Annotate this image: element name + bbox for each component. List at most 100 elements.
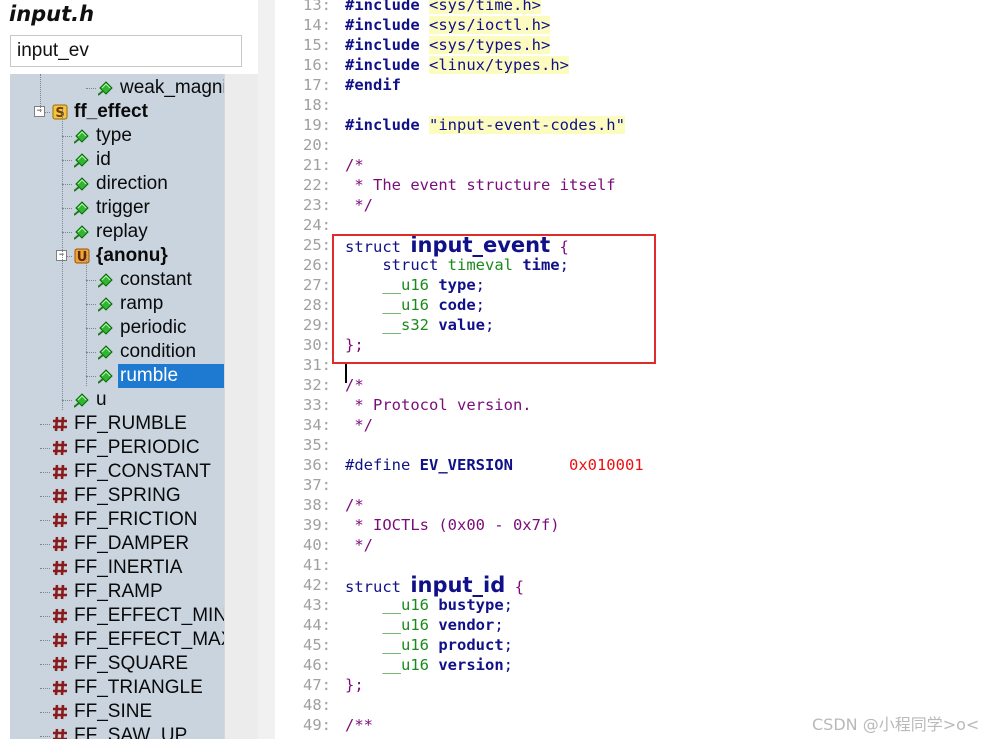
line-number: 36:	[303, 456, 331, 474]
panel-splitter[interactable]	[258, 0, 275, 739]
code-line[interactable]: 24:	[275, 215, 1002, 235]
tree-item-id[interactable]: id	[10, 148, 224, 172]
macro-hash-icon	[52, 464, 68, 480]
code-token: __u16	[345, 656, 439, 674]
symbol-filter-input[interactable]	[10, 35, 242, 67]
tree-guide-line	[86, 254, 87, 386]
code-line[interactable]: 40: */	[275, 535, 1002, 555]
code-line[interactable]: 16: #include <linux/types.h>	[275, 55, 1002, 75]
code-line[interactable]: 42: struct input_id {	[275, 575, 1002, 597]
tree-item-type[interactable]: type	[10, 124, 224, 148]
tree-item-direction[interactable]: direction	[10, 172, 224, 196]
code-text: #include <sys/ioctl.h>	[345, 15, 551, 35]
code-line[interactable]: 14: #include <sys/ioctl.h>	[275, 15, 1002, 35]
tree-item-ff-effect-max[interactable]: FF_EFFECT_MAX	[10, 628, 224, 652]
code-text: struct input_id {	[345, 575, 524, 597]
tree-item-ff-rumble[interactable]: FF_RUMBLE	[10, 412, 224, 436]
code-text: /*	[345, 375, 364, 395]
tree-item-ff-constant[interactable]: FF_CONSTANT	[10, 460, 224, 484]
file-title: input.h	[9, 2, 95, 26]
tree-item-ff-effect-min[interactable]: FF_EFFECT_MIN	[10, 604, 224, 628]
code-line[interactable]: 21: /*	[275, 155, 1002, 175]
code-line[interactable]: 39: * IOCTLs (0x00 - 0x7f)	[275, 515, 1002, 535]
code-line[interactable]: 34: */	[275, 415, 1002, 435]
code-line[interactable]: 32: /*	[275, 375, 1002, 395]
code-line[interactable]: 13: #include <sys/time.h>	[275, 0, 1002, 15]
tree-connector	[86, 88, 96, 89]
tree-item-replay[interactable]: replay	[10, 220, 224, 244]
tree-item-ff-sine[interactable]: FF_SINE	[10, 700, 224, 724]
tree-item-condition[interactable]: condition	[10, 340, 224, 364]
code-text: #include "input-event-codes.h"	[345, 115, 625, 135]
tree-item-label: ff_effect	[74, 101, 148, 122]
tree-item-weak-magnitu[interactable]: weak_magnitu	[10, 76, 224, 100]
code-line[interactable]: 38: /*	[275, 495, 1002, 515]
code-line[interactable]: 19: #include "input-event-codes.h"	[275, 115, 1002, 135]
tree-item-ff-ramp[interactable]: FF_RAMP	[10, 580, 224, 604]
line-number: 17:	[303, 76, 331, 94]
code-token: #include	[345, 116, 429, 134]
code-line[interactable]: 20:	[275, 135, 1002, 155]
macro-hash-icon	[52, 440, 68, 456]
tree-item-trigger[interactable]: trigger	[10, 196, 224, 220]
tree-item-ff-periodic[interactable]: FF_PERIODIC	[10, 436, 224, 460]
tree-item-periodic[interactable]: periodic	[10, 316, 224, 340]
tree-item-ff-damper[interactable]: FF_DAMPER	[10, 532, 224, 556]
line-number: 39:	[303, 516, 331, 534]
tree-item-ff-spring[interactable]: FF_SPRING	[10, 484, 224, 508]
code-line[interactable]: 23: */	[275, 195, 1002, 215]
code-line[interactable]: 46: __u16 version;	[275, 655, 1002, 675]
line-number: 35:	[303, 436, 331, 454]
line-number: 44:	[303, 616, 331, 634]
tree-item-ramp[interactable]: ramp	[10, 292, 224, 316]
code-line[interactable]: 35:	[275, 435, 1002, 455]
tree-item-label: constant	[120, 269, 192, 290]
code-line[interactable]: 17: #endif	[275, 75, 1002, 95]
code-line[interactable]: 18:	[275, 95, 1002, 115]
union-u-icon: U	[74, 248, 90, 264]
tree-item-ff-friction[interactable]: FF_FRICTION	[10, 508, 224, 532]
tree-item-ff-inertia[interactable]: FF_INERTIA	[10, 556, 224, 580]
line-number: 33:	[303, 396, 331, 414]
tree-connector	[40, 688, 50, 689]
code-line[interactable]: 41:	[275, 555, 1002, 575]
code-line[interactable]: 36: #define EV_VERSION 0x010001	[275, 455, 1002, 475]
code-line[interactable]: 45: __u16 product;	[275, 635, 1002, 655]
code-token: "input-event-codes.h"	[429, 116, 625, 134]
tree-item-u[interactable]: u	[10, 388, 224, 412]
tree-item-ff-saw-up[interactable]: FF_SAW_UP	[10, 724, 224, 739]
code-line[interactable]: 37:	[275, 475, 1002, 495]
tree-item-label: weak_magnitu	[120, 77, 224, 98]
member-diamond-icon	[74, 392, 90, 408]
line-number: 41:	[303, 556, 331, 574]
code-line[interactable]: 33: * Protocol version.	[275, 395, 1002, 415]
tree-connector	[40, 448, 50, 449]
tree-connector	[86, 280, 96, 281]
code-line[interactable]: 44: __u16 vendor;	[275, 615, 1002, 635]
tree-item-label: FF_CONSTANT	[74, 461, 211, 482]
tree-item-constant[interactable]: constant	[10, 268, 224, 292]
tree-item-anonu[interactable]: − U {anonu}	[10, 244, 224, 268]
code-token: * Protocol version.	[345, 396, 532, 414]
code-line[interactable]: 43: __u16 bustype;	[275, 595, 1002, 615]
tree-scrollbar[interactable]	[224, 74, 259, 739]
tree-item-label: FF_EFFECT_MIN	[74, 605, 224, 626]
symbol-tree[interactable]: weak_magnitu−Sff_effecttype id direction tr…	[10, 74, 224, 739]
tree-item-ff-square[interactable]: FF_SQUARE	[10, 652, 224, 676]
line-number: 43:	[303, 596, 331, 614]
code-line[interactable]: 22: * The event structure itself	[275, 175, 1002, 195]
tree-item-rumble[interactable]: rumble	[10, 364, 224, 388]
code-token: #define	[345, 456, 420, 474]
tree-item-ff-effect[interactable]: − Sff_effect	[10, 100, 224, 124]
code-text: /*	[345, 155, 364, 175]
code-text: */	[345, 415, 373, 435]
code-editor[interactable]: 13: #include <sys/time.h> 14: #include <sys…	[275, 0, 1002, 739]
member-diamond-icon	[74, 200, 90, 216]
code-line[interactable]: 15: #include <sys/types.h>	[275, 35, 1002, 55]
code-token: #include	[345, 16, 429, 34]
code-text: #include <sys/types.h>	[345, 35, 551, 55]
tree-item-ff-triangle[interactable]: FF_TRIANGLE	[10, 676, 224, 700]
tree-guide-line	[40, 74, 41, 112]
code-line[interactable]: 47:};	[275, 675, 1002, 695]
tree-item-label: FF_INERTIA	[74, 557, 183, 578]
